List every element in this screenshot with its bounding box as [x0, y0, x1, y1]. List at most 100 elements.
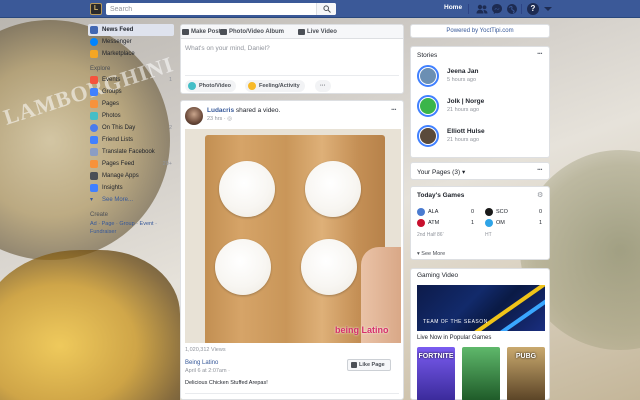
- game-team: ALA: [417, 207, 438, 217]
- nav-item-friend-lists[interactable]: Friend Lists: [88, 134, 174, 146]
- shared-page-date[interactable]: April 6 at 2:07am ·: [185, 368, 230, 374]
- live-video-icon: [298, 29, 305, 35]
- nav-item-label: See More...: [102, 197, 134, 203]
- insights-icon: [90, 184, 98, 192]
- search-input[interactable]: [106, 3, 336, 15]
- button-label: Feeling/Activity: [259, 83, 300, 89]
- tab-make-post[interactable]: Make Post: [181, 25, 221, 39]
- nav-item-label: Marketplace: [102, 51, 135, 57]
- shared-page-name[interactable]: Being Latino: [185, 360, 218, 366]
- post-action-text: shared a video.: [234, 107, 281, 114]
- nav-item-marketplace[interactable]: Marketplace: [88, 48, 174, 60]
- tab-live-video[interactable]: Live Video: [297, 25, 337, 39]
- nav-item-count: 1: [168, 77, 172, 83]
- on-this-day-icon: [90, 124, 98, 132]
- games-scoreboard[interactable]: ALA 0 ATM 1 2nd Half 86' SCO 0 OM 1 HT: [417, 207, 545, 243]
- story-item[interactable]: Elliott Hulse 21 hours ago: [415, 125, 545, 149]
- nav-item-photos[interactable]: Photos: [88, 110, 174, 122]
- post-timestamp[interactable]: 23 hrs ·: [207, 116, 227, 122]
- account-menu-icon[interactable]: [542, 3, 554, 15]
- post-options-icon[interactable]: ···: [391, 105, 397, 114]
- nav-item-label: Manage Apps: [102, 173, 139, 179]
- team-abbr: ATM: [428, 220, 440, 226]
- thumbnail-stripe: [493, 285, 545, 331]
- explore-heading: Explore: [90, 66, 111, 72]
- composer-input[interactable]: What's on your mind, Daniel?: [185, 45, 270, 52]
- pages-feed-icon: [90, 160, 98, 168]
- search-button[interactable]: [316, 3, 336, 15]
- stories-options-icon[interactable]: ···: [537, 49, 543, 58]
- photo-video-button[interactable]: Photo/Video: [185, 80, 236, 92]
- feeling-activity-button[interactable]: Feeling/Activity: [245, 80, 305, 92]
- left-navigation: News Feed Messenger Marketplace Explore …: [88, 24, 174, 236]
- story-name: Jolk | Norge: [447, 98, 485, 105]
- nav-item-label: On This Day: [102, 125, 136, 131]
- home-link[interactable]: Home: [444, 4, 462, 11]
- your-pages-options-icon[interactable]: ···: [537, 165, 543, 174]
- nav-item-count: 20+: [162, 161, 172, 167]
- nav-divider: [521, 4, 522, 14]
- live-game-tile[interactable]: PUBG: [507, 347, 545, 400]
- like-page-button[interactable]: Like Page: [347, 359, 391, 371]
- nav-item-label: Pages Feed: [102, 161, 135, 167]
- nav-item-events[interactable]: Events 1: [88, 74, 174, 86]
- nav-see-more[interactable]: ▾ See More...: [88, 194, 174, 206]
- create-links[interactable]: Ad · Page · Group · Event · Fundraiser: [88, 220, 164, 236]
- gaming-video-caption: TEAM OF THE SEASON: [423, 319, 488, 325]
- video-dough: [301, 239, 357, 295]
- events-icon: [90, 76, 98, 84]
- nav-item-news-feed[interactable]: News Feed: [88, 24, 174, 36]
- game-score: 0: [539, 209, 543, 215]
- gear-icon[interactable]: ⚙: [537, 191, 543, 199]
- nav-item-messenger[interactable]: Messenger: [88, 36, 174, 48]
- nav-item-translate-facebook[interactable]: Translate Facebook: [88, 146, 174, 158]
- site-logo-icon[interactable]: L: [90, 3, 102, 15]
- post-video[interactable]: being Latino: [185, 129, 401, 343]
- messenger-icon[interactable]: [491, 3, 503, 15]
- story-ring: [417, 65, 439, 87]
- gaming-video-thumbnail[interactable]: TEAM OF THE SEASON: [417, 285, 545, 331]
- live-game-tile[interactable]: [462, 347, 500, 400]
- groups-icon: [90, 88, 98, 96]
- photos-icon: [90, 112, 98, 120]
- help-icon[interactable]: ?: [527, 3, 539, 15]
- your-pages-label: Your Pages (3): [417, 169, 461, 176]
- nav-item-on-this-day[interactable]: On This Day 2: [88, 122, 174, 134]
- chevron-down-icon: ▾: [461, 169, 466, 176]
- nav-item-manage-apps[interactable]: Manage Apps: [88, 170, 174, 182]
- nav-item-pages-feed[interactable]: Pages Feed 20+: [88, 158, 174, 170]
- messenger-icon: [90, 38, 98, 46]
- live-game-tile[interactable]: FORTNITE: [417, 347, 455, 400]
- album-icon: [220, 29, 227, 35]
- powered-by-link[interactable]: Powered by YoctTipi.com: [410, 24, 550, 38]
- avatar[interactable]: [185, 107, 203, 125]
- nav-item-groups[interactable]: Groups: [88, 86, 174, 98]
- news-feed-icon: [90, 26, 98, 34]
- button-label: Like Page: [359, 362, 385, 368]
- pages-icon: [90, 100, 98, 108]
- notifications-globe-icon[interactable]: [506, 3, 518, 15]
- composer-more-button[interactable]: ···: [315, 80, 331, 92]
- post-composer: Make Post Photo/Video Album Live Video W…: [180, 24, 404, 94]
- story-item[interactable]: Jeena Jan 5 hours ago: [415, 65, 545, 89]
- games-heading: Today's Games: [417, 192, 465, 199]
- composer-tab-label: Photo/Video Album: [229, 29, 284, 35]
- nav-item-label: Messenger: [102, 39, 132, 45]
- chevron-down-icon: ▾: [90, 197, 94, 203]
- story-item[interactable]: Jolk | Norge 21 hours ago: [415, 95, 545, 119]
- nav-item-pages[interactable]: Pages: [88, 98, 174, 110]
- games-see-more-link[interactable]: ▾ See More: [417, 251, 445, 257]
- post-author-link[interactable]: Ludacris: [207, 107, 234, 114]
- tab-photo-video-album[interactable]: Photo/Video Album: [219, 25, 284, 39]
- gaming-video-heading: Gaming Video: [417, 272, 459, 279]
- your-pages-panel[interactable]: Your Pages (3) ▾ ···: [410, 162, 550, 180]
- game-status: 2nd Half 86': [417, 232, 444, 238]
- nav-item-insights[interactable]: Insights: [88, 182, 174, 194]
- avatar: [420, 128, 436, 144]
- game-title: PUBG: [515, 353, 537, 360]
- friend-requests-icon[interactable]: [476, 3, 488, 15]
- nav-item-count: 2: [168, 125, 172, 131]
- team-logo-icon: [485, 207, 493, 216]
- story-time: 21 hours ago: [447, 137, 480, 143]
- story-time: 21 hours ago: [447, 107, 480, 113]
